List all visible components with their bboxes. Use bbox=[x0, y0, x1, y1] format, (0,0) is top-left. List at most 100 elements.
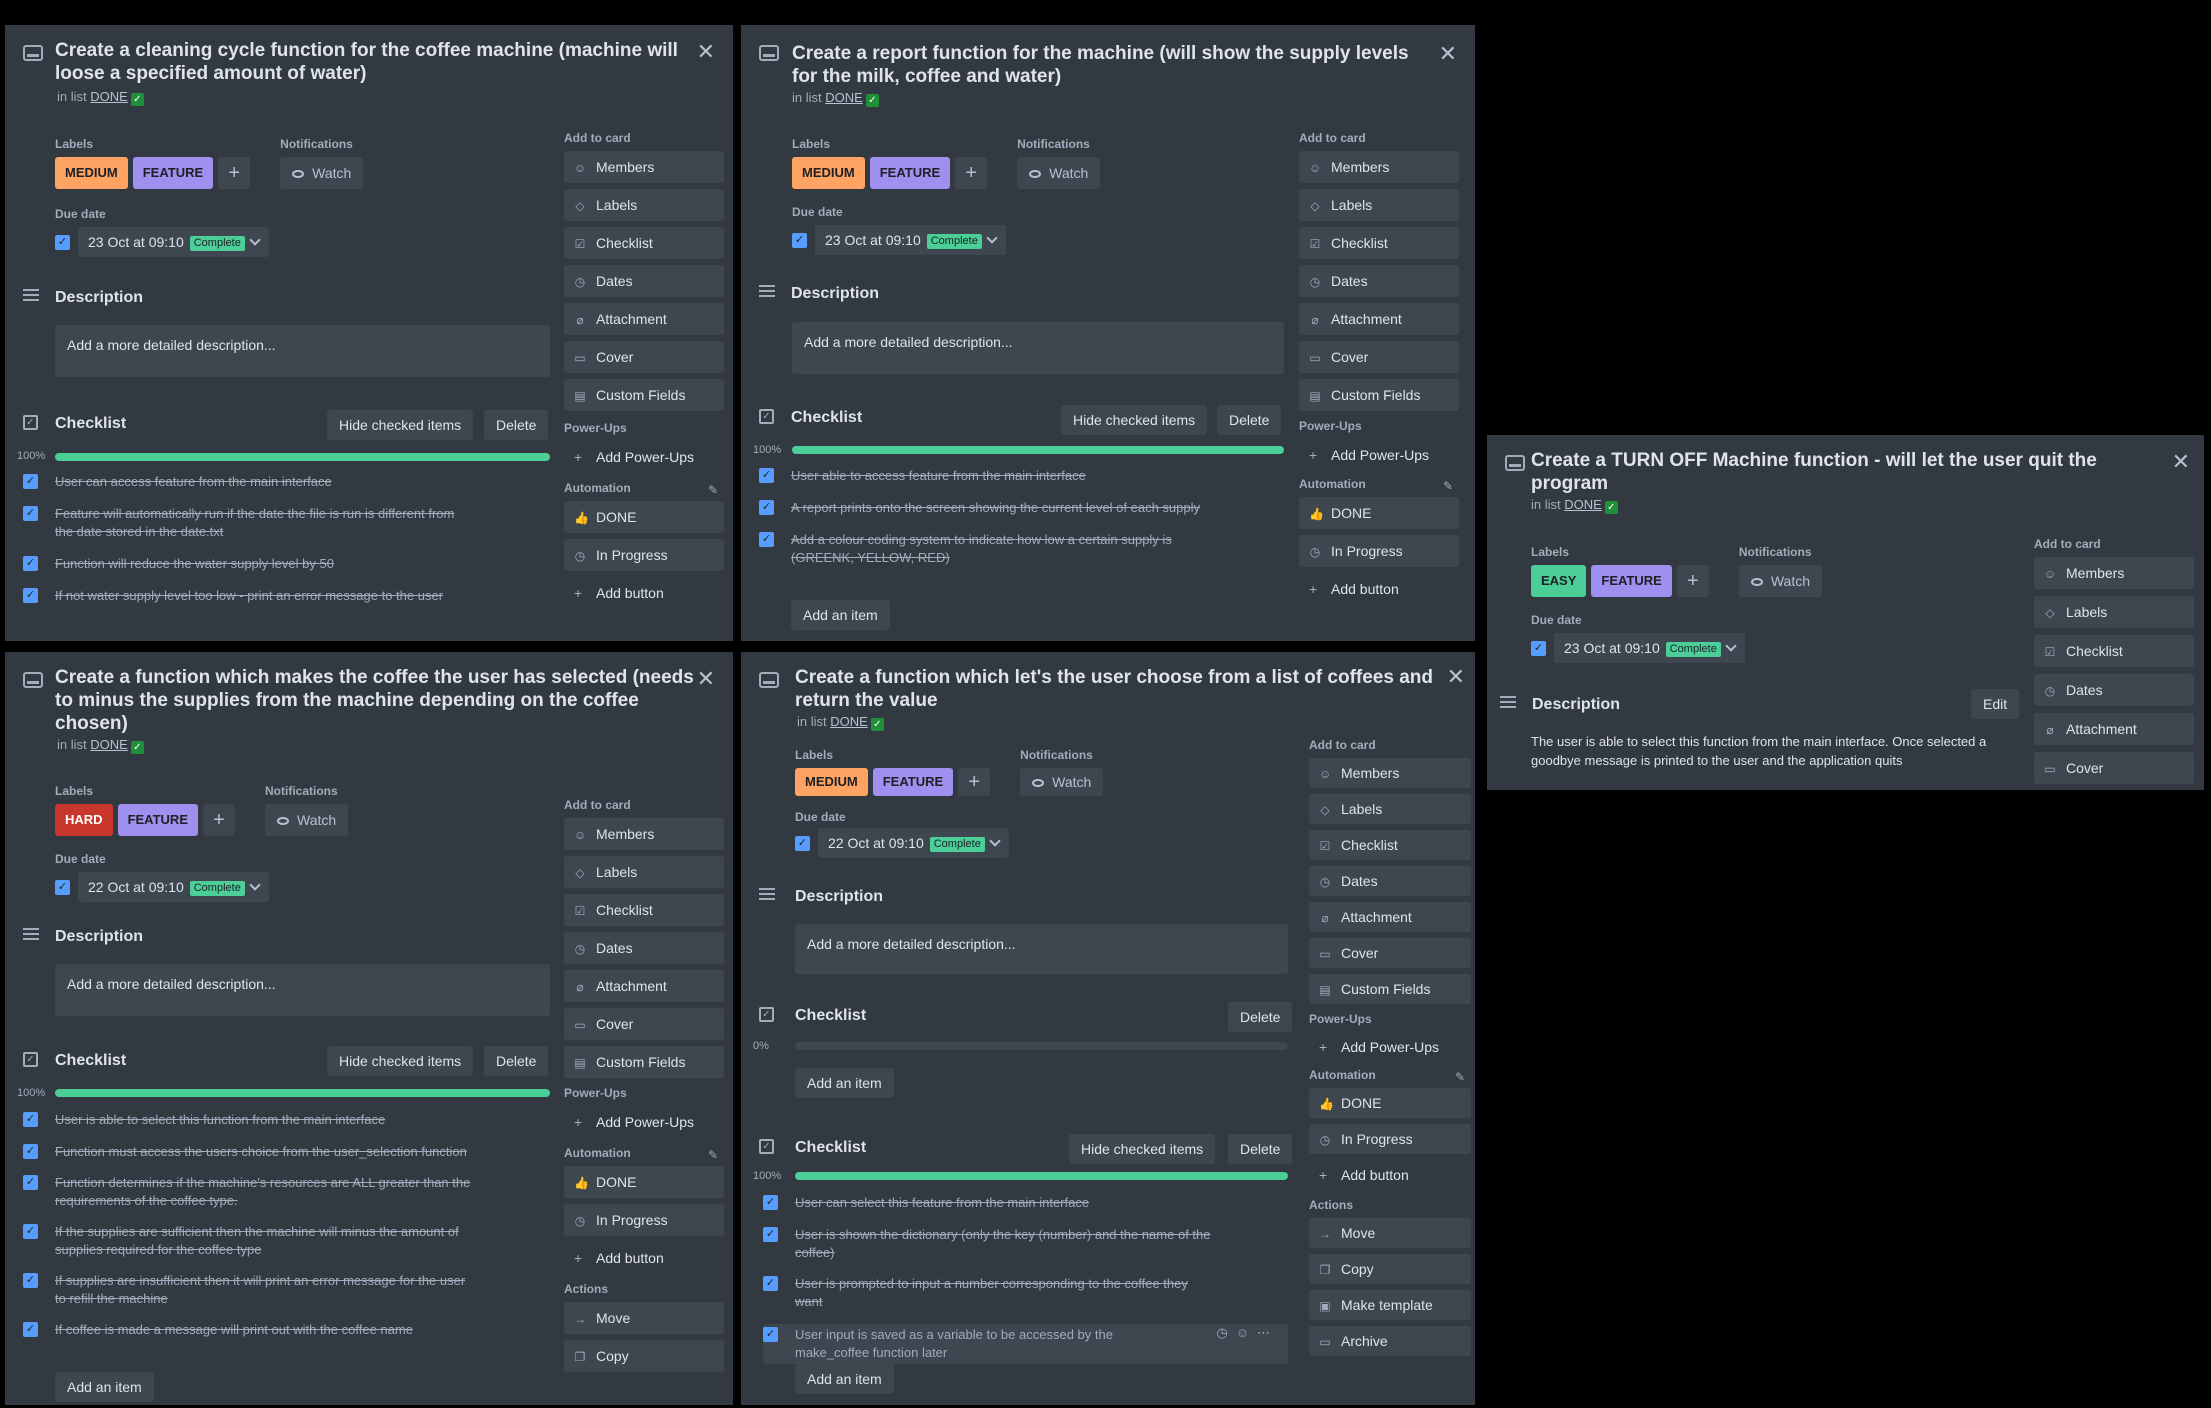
add-label-button[interactable]: + bbox=[203, 804, 235, 836]
done-button[interactable]: 👍 DONE bbox=[1309, 1088, 1471, 1118]
add-item-button[interactable]: Add an item bbox=[795, 1364, 894, 1394]
item-checkbox[interactable]: ✓ bbox=[759, 468, 774, 483]
add-power-ups-button[interactable]: + Add Power-Ups bbox=[1309, 1032, 1471, 1062]
done-button[interactable]: 👍 DONE bbox=[564, 501, 724, 533]
checklist-item[interactable]: ✓ User able to access feature from the ma… bbox=[759, 467, 1209, 485]
checklist-item[interactable]: ✓ Feature will automatically run if the d… bbox=[23, 505, 473, 541]
list-link[interactable]: DONE bbox=[90, 89, 128, 104]
due-date-button[interactable]: 23 Oct at 09:10 Complete bbox=[1554, 633, 1745, 663]
list-link[interactable]: DONE bbox=[1564, 497, 1602, 512]
description-input[interactable]: Add a more detailed description... bbox=[55, 325, 550, 377]
pencil-icon[interactable]: ✎ bbox=[1443, 479, 1453, 493]
item-checkbox[interactable]: ✓ bbox=[763, 1276, 778, 1291]
list-link[interactable]: DONE bbox=[90, 737, 128, 752]
watch-button[interactable]: Watch bbox=[1017, 157, 1101, 189]
checklist-item[interactable]: ✓ A report prints onto the screen showing… bbox=[759, 499, 1209, 517]
description-input[interactable]: Add a more detailed description... bbox=[55, 964, 550, 1016]
checklist-item[interactable]: ✓ User can access feature from the main i… bbox=[23, 473, 473, 491]
hide-checked-button[interactable]: Hide checked items bbox=[1069, 1134, 1216, 1164]
done-button[interactable]: 👍 DONE bbox=[1299, 497, 1459, 529]
card-title[interactable]: Create a TURN OFF Machine function - wil… bbox=[1531, 449, 2171, 495]
item-checkbox[interactable]: ✓ bbox=[763, 1195, 778, 1210]
cover-button[interactable]: ▭ Cover bbox=[564, 1008, 724, 1040]
checklist-item[interactable]: ✓ User is prompted to input a number corr… bbox=[763, 1275, 1213, 1311]
delete-checklist-button[interactable]: Delete bbox=[1228, 1134, 1293, 1164]
dates-button[interactable]: ◷ Dates bbox=[2034, 674, 2194, 706]
delete-checklist-button[interactable]: Delete bbox=[1228, 1002, 1293, 1032]
watch-button[interactable]: Watch bbox=[265, 804, 349, 836]
copy-button[interactable]: ❐ Copy bbox=[1309, 1254, 1471, 1284]
members-button[interactable]: ☺ Members bbox=[1299, 151, 1459, 183]
cover-button[interactable]: ▭ Cover bbox=[1309, 938, 1471, 968]
edit-description-button[interactable]: Edit bbox=[1971, 689, 2020, 719]
pencil-icon[interactable]: ✎ bbox=[708, 483, 718, 497]
list-link[interactable]: DONE bbox=[830, 714, 868, 729]
make-template-button[interactable]: ▣ Make template bbox=[1309, 1290, 1471, 1320]
label-feature[interactable]: FEATURE bbox=[872, 768, 954, 796]
move-button[interactable]: → Move bbox=[1309, 1218, 1471, 1248]
hide-checked-button[interactable]: Hide checked items bbox=[327, 410, 474, 440]
delete-checklist-button[interactable]: Delete bbox=[1217, 405, 1282, 435]
checklist-item[interactable]: ✓ If coffee is made a message will print … bbox=[23, 1321, 473, 1339]
custom-fields-button[interactable]: ▤ Custom Fields bbox=[1309, 974, 1471, 1004]
close-icon[interactable]: ✕ bbox=[1439, 41, 1457, 67]
add-label-button[interactable]: + bbox=[955, 157, 988, 189]
close-icon[interactable]: ✕ bbox=[1447, 664, 1465, 690]
add-power-ups-button[interactable]: + Add Power-Ups bbox=[564, 1106, 724, 1138]
person-icon[interactable]: ☺ bbox=[1236, 1325, 1257, 1340]
label-medium[interactable]: MEDIUM bbox=[55, 157, 128, 189]
checklist-item[interactable]: ✓ If not water supply level too low - pri… bbox=[23, 587, 473, 605]
description-input[interactable]: Add a more detailed description... bbox=[795, 924, 1288, 974]
add-button[interactable]: + Add button bbox=[1299, 573, 1459, 605]
due-date-button[interactable]: 22 Oct at 09:10 Complete bbox=[818, 828, 1009, 858]
due-date-button[interactable]: 23 Oct at 09:10 Complete bbox=[78, 227, 269, 257]
attachment-button[interactable]: ⌀ Attachment bbox=[1309, 902, 1471, 932]
add-label-button[interactable]: + bbox=[218, 157, 251, 189]
card-title[interactable]: Create a function which let's the user c… bbox=[795, 666, 1435, 712]
card-title[interactable]: Create a cleaning cycle function for the… bbox=[55, 39, 695, 85]
attachment-button[interactable]: ⌀ Attachment bbox=[2034, 713, 2194, 745]
watch-button[interactable]: Watch bbox=[280, 157, 364, 189]
label-medium[interactable]: MEDIUM bbox=[795, 768, 868, 796]
in-progress-button[interactable]: ◷ In Progress bbox=[1299, 535, 1459, 567]
cover-button[interactable]: ▭ Cover bbox=[564, 341, 724, 373]
pencil-icon[interactable]: ✎ bbox=[1455, 1070, 1465, 1084]
checklist-button[interactable]: ☑ Checklist bbox=[2034, 635, 2194, 667]
add-power-ups-button[interactable]: + Add Power-Ups bbox=[1299, 439, 1459, 471]
archive-button[interactable]: ▭ Archive bbox=[1309, 1326, 1471, 1356]
item-checkbox[interactable]: ✓ bbox=[759, 532, 774, 547]
members-button[interactable]: ☺ Members bbox=[1309, 758, 1471, 788]
custom-fields-button[interactable]: ▤ Custom Fields bbox=[1299, 379, 1459, 411]
due-checkbox[interactable]: ✓ bbox=[795, 835, 810, 851]
label-feature[interactable]: FEATURE bbox=[1591, 565, 1672, 597]
due-date-button[interactable]: 22 Oct at 09:10 Complete bbox=[78, 872, 269, 902]
close-icon[interactable]: ✕ bbox=[2172, 449, 2190, 475]
add-item-button[interactable]: Add an item bbox=[55, 1372, 154, 1402]
item-checkbox[interactable]: ✓ bbox=[23, 588, 38, 603]
due-checkbox[interactable]: ✓ bbox=[55, 234, 70, 250]
labels-button[interactable]: ◇ Labels bbox=[2034, 596, 2194, 628]
due-checkbox[interactable]: ✓ bbox=[792, 232, 807, 248]
checklist-item[interactable]: ✓ User can select this feature from the m… bbox=[763, 1194, 1213, 1212]
labels-button[interactable]: ◇ Labels bbox=[564, 189, 724, 221]
members-button[interactable]: ☺ Members bbox=[564, 151, 724, 183]
dates-button[interactable]: ◷ Dates bbox=[564, 265, 724, 297]
add-label-button[interactable]: + bbox=[1676, 565, 1709, 597]
add-item-button[interactable]: Add an item bbox=[795, 1068, 894, 1098]
hide-checked-button[interactable]: Hide checked items bbox=[1061, 405, 1208, 435]
add-button[interactable]: + Add button bbox=[564, 1242, 724, 1274]
dates-button[interactable]: ◷ Dates bbox=[564, 932, 724, 964]
item-checkbox[interactable]: ✓ bbox=[23, 556, 38, 571]
checklist-item-hovered[interactable]: ✓ User input is saved as a variable to be… bbox=[763, 1324, 1288, 1364]
checklist-button[interactable]: ☑ Checklist bbox=[1309, 830, 1471, 860]
members-button[interactable]: ☺ Members bbox=[2034, 557, 2194, 589]
close-icon[interactable]: ✕ bbox=[697, 666, 715, 692]
custom-fields-button[interactable]: ▤ Custom Fields bbox=[564, 379, 724, 411]
label-feature[interactable]: FEATURE bbox=[117, 804, 198, 836]
checklist-button[interactable]: ☑ Checklist bbox=[1299, 227, 1459, 259]
card-title[interactable]: Create a function which makes the coffee… bbox=[55, 666, 695, 735]
attachment-button[interactable]: ⌀ Attachment bbox=[564, 303, 724, 335]
checklist-item[interactable]: ✓ If supplies are insufficient then it wi… bbox=[23, 1272, 473, 1308]
checklist-item[interactable]: ✓ User is shown the dictionary (only the … bbox=[763, 1226, 1213, 1262]
cover-button[interactable]: ▭ Cover bbox=[2034, 752, 2194, 784]
